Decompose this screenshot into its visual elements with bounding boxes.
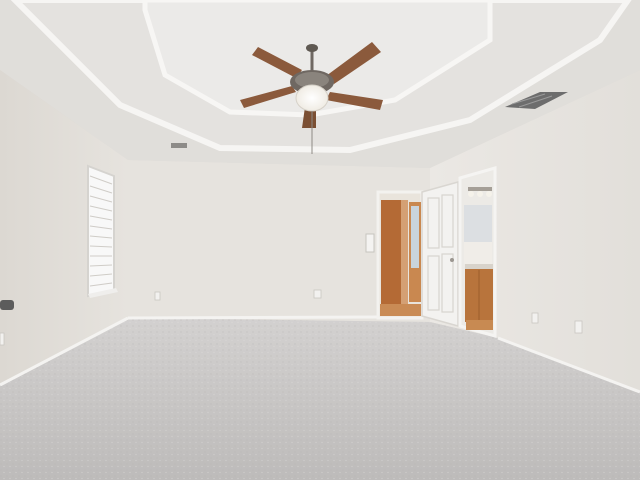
ceiling-vent-small (171, 143, 187, 148)
outlet-left (0, 332, 5, 346)
open-door (421, 181, 459, 327)
outlet-right-2 (574, 320, 583, 334)
outlet-back-center (313, 289, 322, 299)
outlet-right-1 (531, 312, 539, 324)
bathroom-doorway (458, 166, 497, 338)
light-switch (365, 233, 375, 253)
hallway-doorway (376, 190, 424, 320)
fan-light-globe (295, 84, 329, 112)
door-knob (450, 258, 454, 262)
outlet-back-left (154, 291, 161, 301)
baseboard-back (127, 315, 379, 320)
vanity-light-fixture (468, 187, 492, 197)
room-photo (0, 0, 640, 480)
window (87, 164, 118, 298)
door-handle-left (0, 300, 14, 310)
